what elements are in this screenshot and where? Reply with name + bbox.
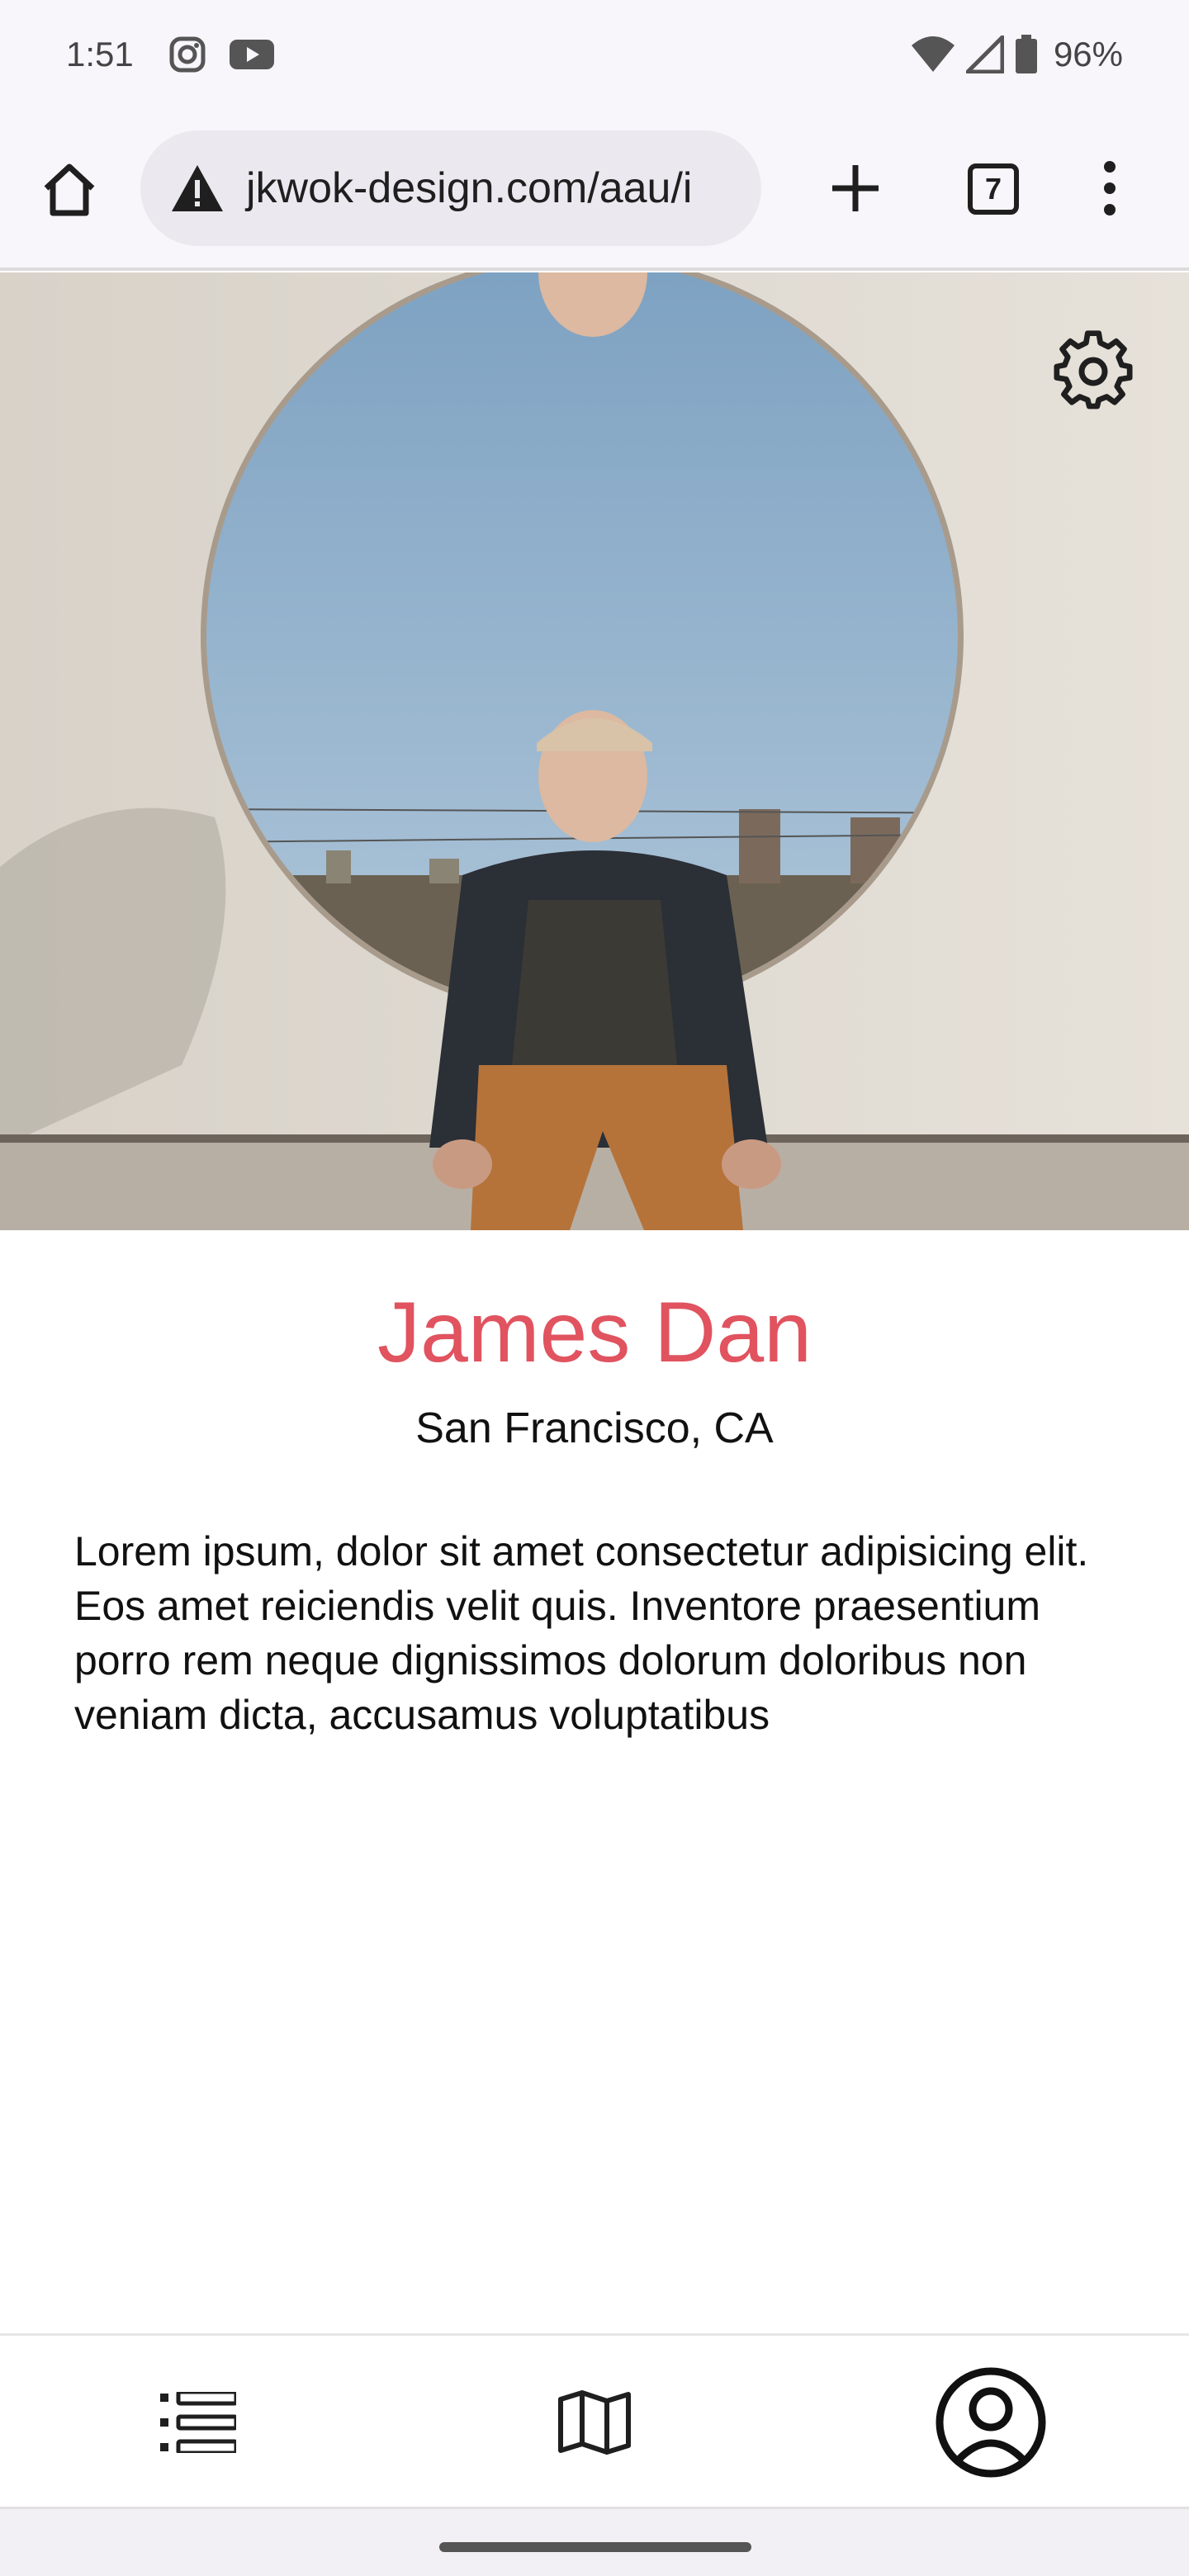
profile-bio: Lorem ipsum, dolor sit amet consectetur … <box>74 1528 1089 1738</box>
warning-icon[interactable] <box>170 163 225 213</box>
nav-item-profile[interactable] <box>925 2336 1057 2509</box>
plus-icon[interactable] <box>826 159 885 218</box>
nav-item-map[interactable] <box>528 2336 661 2509</box>
gear-icon[interactable] <box>1054 330 1136 413</box>
more-vert-icon[interactable] <box>1090 159 1130 218</box>
browser-toolbar: jkwok-design.com/aau/i 7 <box>0 109 1189 271</box>
bottom-navigation <box>0 2333 1189 2507</box>
wifi-icon <box>911 36 955 72</box>
cell-signal-icon <box>965 36 1004 73</box>
battery-percent: 96% <box>1053 35 1123 73</box>
notification-icons <box>168 36 274 73</box>
youtube-icon <box>229 40 274 69</box>
home-gesture-bar[interactable] <box>439 2542 751 2552</box>
url-text[interactable]: jkwok-design.com/aau/i <box>246 163 692 213</box>
status-time: 1:51 <box>66 35 134 73</box>
tab-count: 7 <box>984 172 1002 206</box>
tab-switcher-icon[interactable]: 7 <box>968 163 1019 215</box>
home-icon[interactable] <box>40 160 99 220</box>
account-circle-icon <box>936 2367 1046 2478</box>
nav-item-list[interactable] <box>132 2336 264 2509</box>
instagram-icon <box>169 36 206 73</box>
address-bar[interactable]: jkwok-design.com/aau/i <box>140 130 761 246</box>
cover-image <box>0 272 1189 1230</box>
profile-cover-photo <box>0 272 1189 1230</box>
profile-location: San Francisco, CA <box>415 1404 774 1452</box>
map-icon <box>558 2390 631 2455</box>
battery-icon <box>1015 35 1037 73</box>
status-bar: 1:51 96% <box>0 0 1189 109</box>
gesture-navigation-area <box>0 2507 1189 2576</box>
system-status: 96% <box>910 35 1123 74</box>
list-icon <box>160 2392 236 2453</box>
profile-name: James Dan <box>377 1285 812 1380</box>
